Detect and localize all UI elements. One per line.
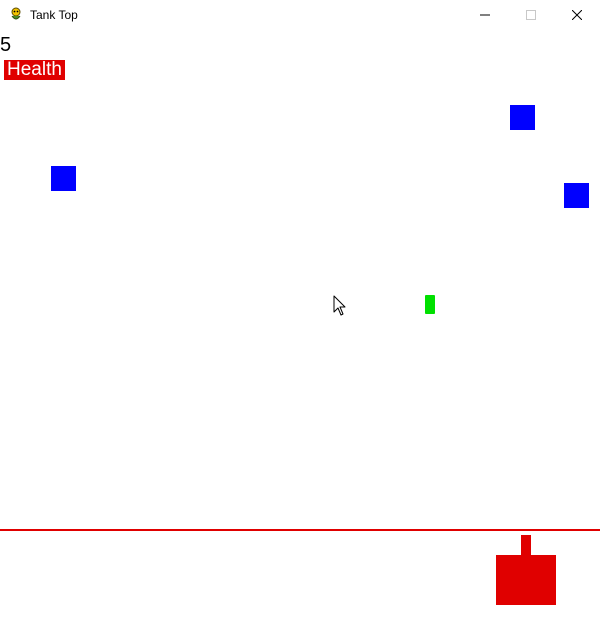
player-tank-turret — [521, 535, 531, 555]
player-tank — [496, 555, 556, 605]
minimize-icon — [480, 14, 490, 16]
minimize-button[interactable] — [462, 0, 508, 30]
enemy-block — [51, 166, 76, 191]
game-canvas[interactable]: 5 Health — [0, 30, 600, 630]
score-counter: 5 — [0, 34, 12, 56]
title-bar[interactable]: Tank Top — [0, 0, 600, 30]
bullet — [425, 295, 435, 314]
maximize-button[interactable] — [508, 0, 554, 30]
ground-line — [0, 529, 600, 531]
pygame-snake-icon — [8, 6, 24, 22]
health-label: Health — [7, 59, 62, 80]
game-window: Tank Top 5 Health — [0, 0, 600, 630]
close-icon — [572, 10, 582, 20]
mouse-cursor-icon — [333, 295, 346, 316]
enemy-block — [510, 105, 535, 130]
enemy-block — [564, 183, 589, 208]
maximize-icon — [526, 10, 536, 20]
window-title: Tank Top — [30, 8, 78, 22]
close-button[interactable] — [554, 0, 600, 30]
